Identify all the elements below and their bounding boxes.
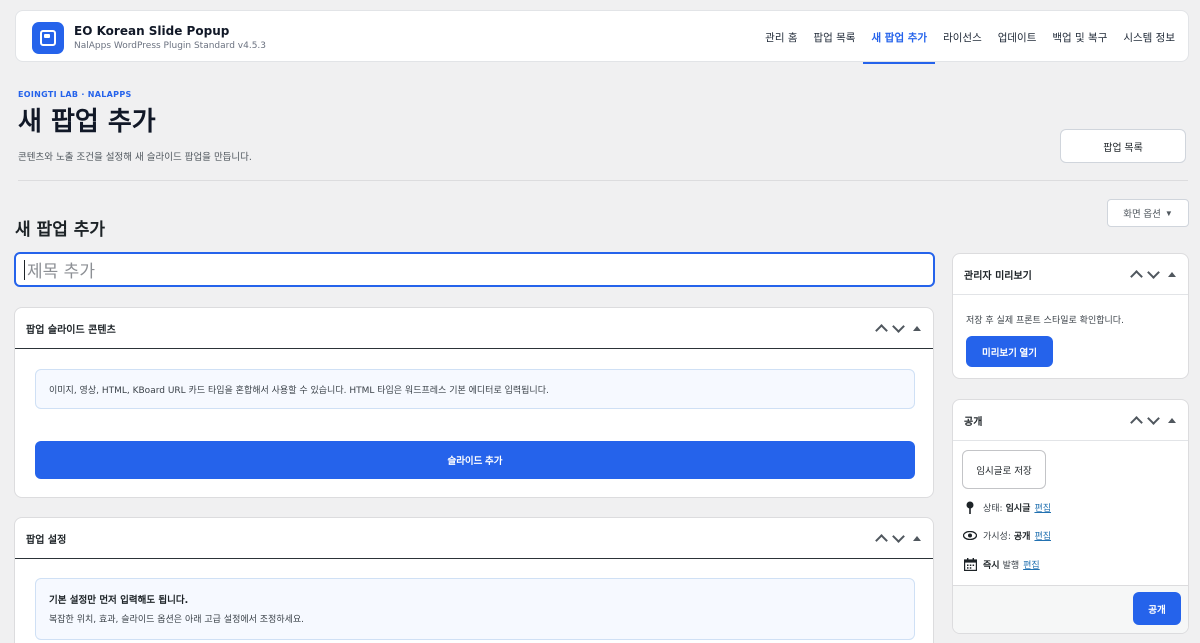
preview-description: 저장 후 실제 프론트 스타일로 확인합니다. [966, 316, 1124, 326]
settings-info-title: 기본 설정만 먼저 입력해도 됩니다. [49, 595, 189, 606]
title-placeholder: 제목 추가 [27, 262, 95, 282]
caret-down-icon: ▼ [1164, 208, 1173, 218]
admin-preview-box-header[interactable]: 관리자 미리보기 [953, 254, 1188, 295]
header-divider [18, 180, 1188, 181]
slide-info-text: 이미지, 영상, HTML, KBoard URL 카드 타입을 혼합해서 사용… [49, 385, 549, 396]
eye-icon [963, 528, 977, 542]
collapse-toggle-icon[interactable] [913, 325, 921, 331]
nav-popup-list[interactable]: 팝업 목록 [805, 11, 863, 63]
page-eyebrow: EOINGTI LAB · NALAPPS [18, 90, 132, 99]
nav-backup-restore[interactable]: 백업 및 복구 [1044, 11, 1115, 63]
plugin-header: EO Korean Slide Popup NalApps WordPress … [15, 10, 1189, 64]
publish-time-edit-link[interactable]: 편집 [1023, 558, 1040, 571]
slide-content-box-title: 팝업 슬라이드 콘텐츠 [26, 324, 116, 336]
screen-options-button[interactable]: 화면 옵션 ▼ [1107, 199, 1189, 227]
move-up-icon[interactable] [1130, 415, 1143, 429]
nav-add-popup[interactable]: 새 팝업 추가 [863, 11, 935, 64]
slide-content-box-header[interactable]: 팝업 슬라이드 콘텐츠 [15, 308, 933, 349]
move-up-icon[interactable] [875, 323, 888, 337]
settings-info-notice: 기본 설정만 먼저 입력해도 됩니다. 복잡한 위치, 효과, 슬라이드 옵션은… [35, 578, 915, 640]
publish-time-label: 발행 [1002, 560, 1020, 571]
app-subtitle: NalApps WordPress Plugin Standard v4.5.3 [74, 41, 267, 51]
screen-options-label: 화면 옵션 [1123, 209, 1161, 220]
publish-time-row: 즉시 발행 편집 [963, 557, 1040, 571]
slide-content-box: 팝업 슬라이드 콘텐츠 이미지, 영상, HTML, KBoard URL 카드… [14, 307, 934, 498]
publish-box-title: 공개 [964, 416, 983, 428]
status-row: 상태: 임시글 편집 [963, 500, 1051, 514]
popup-settings-box-header[interactable]: 팝업 설정 [15, 518, 933, 559]
collapse-toggle-icon[interactable] [1168, 271, 1176, 277]
visibility-value: 공개 [1013, 531, 1031, 542]
publish-box: 공개 임시글로 저장 상태: 임시글 편집 가시성: 공개 편집 즉시 발행 편… [952, 399, 1189, 634]
settings-info-text: 복잡한 위치, 효과, 슬라이드 옵션은 아래 고급 설정에서 조정하세요. [49, 615, 305, 625]
collapse-toggle-icon[interactable] [913, 535, 921, 541]
nav-admin-home[interactable]: 관리 홈 [757, 11, 805, 63]
publish-time-value: 즉시 [983, 560, 1000, 571]
pin-icon [963, 500, 977, 514]
popup-settings-box-title: 팝업 설정 [26, 534, 67, 546]
page-description: 콘텐츠와 노출 조건을 설정해 새 슬라이드 팝업을 만듭니다. [18, 152, 252, 163]
nav-system-info[interactable]: 시스템 정보 [1115, 11, 1183, 63]
move-up-icon[interactable] [1130, 269, 1143, 283]
brand: EO Korean Slide Popup NalApps WordPress … [32, 22, 266, 54]
publish-button[interactable]: 공개 [1133, 592, 1181, 625]
status-label: 상태: [983, 503, 1003, 514]
move-down-icon[interactable] [1147, 265, 1160, 279]
save-draft-button[interactable]: 임시글로 저장 [962, 450, 1046, 489]
visibility-edit-link[interactable]: 편집 [1034, 529, 1051, 542]
nav-update[interactable]: 업데이트 [990, 11, 1045, 63]
app-title: EO Korean Slide Popup [74, 24, 230, 38]
move-down-icon[interactable] [892, 319, 905, 333]
slide-info-notice: 이미지, 영상, HTML, KBoard URL 카드 타입을 혼합해서 사용… [35, 369, 915, 409]
editor-heading: 새 팝업 추가 [15, 220, 106, 240]
visibility-row: 가시성: 공개 편집 [963, 528, 1051, 542]
move-down-icon[interactable] [892, 529, 905, 543]
nav-license[interactable]: 라이선스 [935, 11, 990, 63]
admin-preview-box: 관리자 미리보기 저장 후 실제 프론트 스타일로 확인합니다. 미리보기 열기 [952, 253, 1189, 379]
add-slide-button[interactable]: 슬라이드 추가 [35, 441, 915, 479]
status-value: 임시글 [1005, 503, 1031, 514]
main-nav: 관리 홈 팝업 목록 새 팝업 추가 라이선스 업데이트 백업 및 복구 시스템… [757, 11, 1188, 64]
publish-box-header[interactable]: 공개 [953, 400, 1188, 441]
plugin-logo-icon [32, 22, 64, 54]
admin-preview-box-title: 관리자 미리보기 [964, 270, 1032, 282]
page-title: 새 팝업 추가 [18, 107, 156, 137]
collapse-toggle-icon[interactable] [1168, 417, 1176, 423]
calendar-icon [963, 557, 977, 571]
visibility-label: 가시성: [983, 531, 1011, 542]
popup-settings-box: 팝업 설정 기본 설정만 먼저 입력해도 됩니다. 복잡한 위치, 효과, 슬라… [14, 517, 934, 643]
title-input[interactable]: 제목 추가 [14, 252, 935, 287]
open-preview-button[interactable]: 미리보기 열기 [966, 336, 1053, 367]
popup-list-button[interactable]: 팝업 목록 [1060, 129, 1186, 163]
text-caret [24, 259, 25, 280]
move-down-icon[interactable] [1147, 411, 1160, 425]
move-up-icon[interactable] [875, 533, 888, 547]
status-edit-link[interactable]: 편집 [1034, 501, 1051, 514]
